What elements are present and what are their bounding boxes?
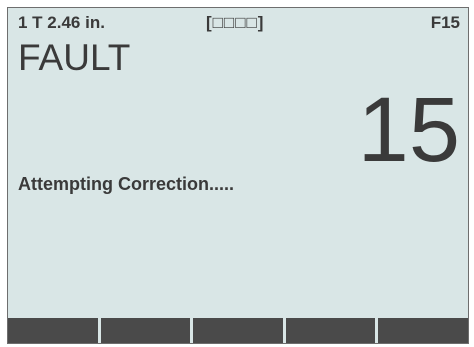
position-readout: 1 T 2.46 in. bbox=[18, 13, 105, 32]
status-message: Attempting Correction..... bbox=[18, 174, 234, 194]
softkey-bar bbox=[8, 318, 468, 343]
fault-number: 15 bbox=[357, 79, 460, 181]
softkey-2[interactable] bbox=[100, 318, 191, 343]
softkey-4[interactable] bbox=[285, 318, 376, 343]
mode-title: FAULT bbox=[18, 37, 131, 78]
fault-code: F15 bbox=[430, 13, 460, 32]
softkey-5[interactable] bbox=[378, 318, 468, 343]
softkey-1[interactable] bbox=[8, 318, 98, 343]
status-indicator-boxes: [□□□□] bbox=[206, 13, 265, 32]
softkey-3[interactable] bbox=[193, 318, 283, 343]
display-screen: 1 T 2.46 in. [□□□□] F15 FAULT 15 Attempt… bbox=[7, 7, 469, 344]
